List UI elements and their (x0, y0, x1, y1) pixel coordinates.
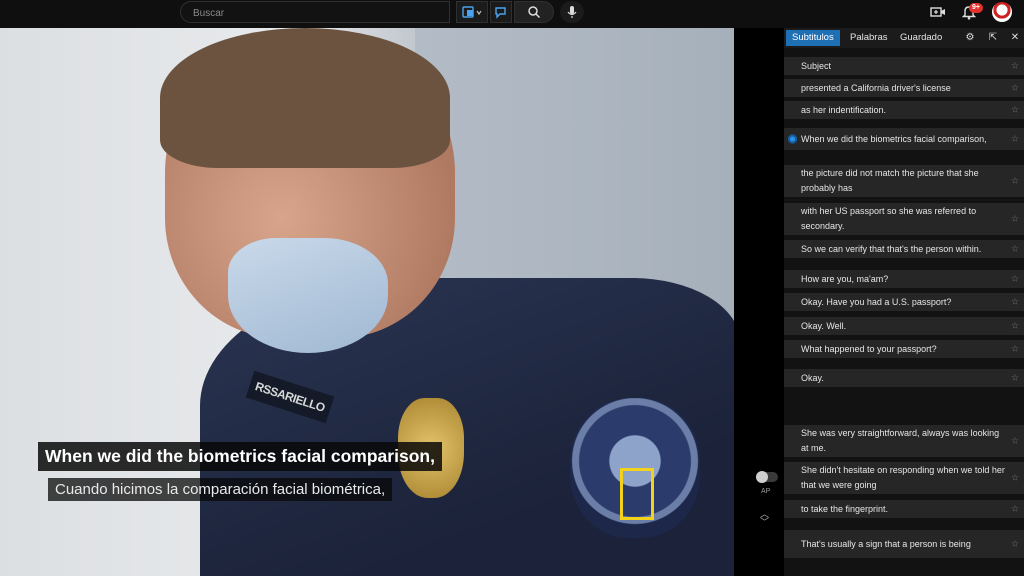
chat-translate-icon (495, 7, 506, 19)
autopause-toggle[interactable] (756, 471, 778, 483)
subtitle-row[interactable]: Subject ☆ (784, 57, 1024, 75)
mic-icon (567, 6, 577, 18)
subtitle-row-text: So we can verify that that's the person … (801, 243, 982, 254)
search-icon (528, 6, 541, 19)
star-icon[interactable]: ☆ (1011, 103, 1019, 118)
subtitle-row-text: She didn't hesitate on responding when w… (801, 465, 1005, 490)
panel-tabs: Subtitulos Palabras Guardado ⚙ ⇱ ✕ (784, 28, 1024, 48)
subtitle-row-text: She was very straightforward, always was… (801, 428, 1000, 453)
subtitle-row[interactable]: Okay. Well. ☆ (784, 317, 1024, 335)
search-button[interactable] (514, 1, 554, 23)
subtitle-row[interactable]: How are you, ma'am? ☆ (784, 270, 1024, 288)
tab-subtitulos[interactable]: Subtitulos (786, 30, 840, 46)
subtitle-row-text: presented a California driver's license (801, 82, 951, 93)
subtitle-row[interactable]: What happened to your passport? ☆ (784, 340, 1024, 358)
subtitle-row[interactable]: as her indentification. ☆ (784, 101, 1024, 119)
star-icon[interactable]: ☆ (1011, 59, 1019, 74)
chevron-up-down-icon[interactable]: ︿ ﹀ (760, 510, 769, 527)
star-icon[interactable]: ☆ (1011, 471, 1019, 486)
star-icon[interactable]: ☆ (1011, 371, 1019, 386)
language-select-icon (462, 6, 482, 18)
star-icon[interactable]: ☆ (1011, 272, 1019, 287)
subtitle-row[interactable]: She was very straightforward, always was… (784, 425, 1024, 457)
search-input[interactable] (191, 4, 435, 22)
subtitle-secondary[interactable]: Cuando hicimos la comparación facial bio… (48, 478, 393, 501)
chat-translate-button[interactable] (490, 1, 512, 23)
tab-guardado[interactable]: Guardado (894, 30, 948, 46)
video-figure-hair (160, 28, 450, 168)
subtitle-row[interactable]: She didn't hesitate on responding when w… (784, 462, 1024, 494)
control-strip (734, 28, 784, 576)
subtitle-row-current[interactable]: When we did the biometrics facial compar… (784, 128, 1024, 150)
top-bar: 9+ (0, 0, 1024, 28)
language-select-button[interactable] (456, 1, 488, 23)
autopause-label: AP (761, 488, 771, 495)
subtitle-row[interactable]: Okay. Have you had a U.S. passport? ☆ (784, 293, 1024, 311)
subtitle-row-text: as her indentification. (801, 104, 887, 115)
star-icon[interactable]: ☆ (1011, 174, 1019, 189)
star-icon[interactable]: ☆ (1011, 295, 1019, 310)
current-line-icon (788, 134, 797, 144)
subtitle-row-text: Okay. Well. (801, 320, 847, 331)
subtitle-row[interactable]: with her US passport so she was referred… (784, 203, 1024, 235)
close-icon[interactable]: ✕ (1008, 31, 1022, 45)
export-icon[interactable]: ⇱ (986, 31, 1000, 45)
subtitle-row-text: Subject (801, 60, 832, 71)
video-figure-mask (228, 238, 388, 353)
subtitle-row-text: How are you, ma'am? (801, 273, 889, 284)
create-button[interactable] (928, 3, 948, 21)
subtitle-row-text: Okay. (801, 372, 824, 383)
subtitle-row[interactable]: to take the fingerprint. ☆ (784, 500, 1024, 518)
star-icon[interactable]: ☆ (1011, 132, 1019, 147)
highlight-box (620, 468, 654, 520)
star-icon[interactable]: ☆ (1011, 81, 1019, 96)
search-box[interactable] (180, 1, 450, 23)
tab-palabras[interactable]: Palabras (844, 30, 894, 46)
subtitle-row[interactable]: So we can verify that that's the person … (784, 240, 1024, 258)
subtitle-row-text: the picture did not match the picture th… (801, 168, 979, 193)
notifications-badge: 9+ (969, 3, 983, 13)
subtitle-row[interactable]: the picture did not match the picture th… (784, 165, 1024, 197)
star-icon[interactable]: ☆ (1011, 319, 1019, 334)
subtitle-primary[interactable]: When we did the biometrics facial compar… (38, 442, 442, 471)
avatar[interactable] (992, 2, 1012, 22)
star-icon[interactable]: ☆ (1011, 212, 1019, 227)
subtitle-panel: Subtitulos Palabras Guardado ⚙ ⇱ ✕ Subje… (784, 28, 1024, 576)
star-icon[interactable]: ☆ (1011, 537, 1019, 552)
voice-search-button[interactable] (560, 1, 584, 23)
subtitle-list: Subject ☆ presented a California driver's … (784, 48, 1024, 576)
subtitle-row-text: Okay. Have you had a U.S. passport? (801, 296, 952, 307)
subtitle-row-text: with her US passport so she was referred… (801, 206, 977, 231)
star-icon[interactable]: ☆ (1011, 342, 1019, 357)
subtitle-row-text: That's usually a sign that a person is b… (801, 538, 971, 549)
subtitle-row[interactable]: That's usually a sign that a person is b… (784, 530, 1024, 558)
subtitle-row[interactable]: Okay. ☆ (784, 369, 1024, 387)
star-icon[interactable]: ☆ (1011, 434, 1019, 449)
subtitle-row[interactable]: presented a California driver's license ☆ (784, 79, 1024, 97)
star-icon[interactable]: ☆ (1011, 502, 1019, 517)
create-video-icon (930, 7, 945, 17)
star-icon[interactable]: ☆ (1011, 242, 1019, 257)
subtitle-row-text: When we did the biometrics facial compar… (801, 133, 987, 144)
gear-icon[interactable]: ⚙ (963, 31, 977, 45)
subtitle-row-text: What happened to your passport? (801, 343, 937, 354)
subtitle-row-text: to take the fingerprint. (801, 503, 889, 514)
